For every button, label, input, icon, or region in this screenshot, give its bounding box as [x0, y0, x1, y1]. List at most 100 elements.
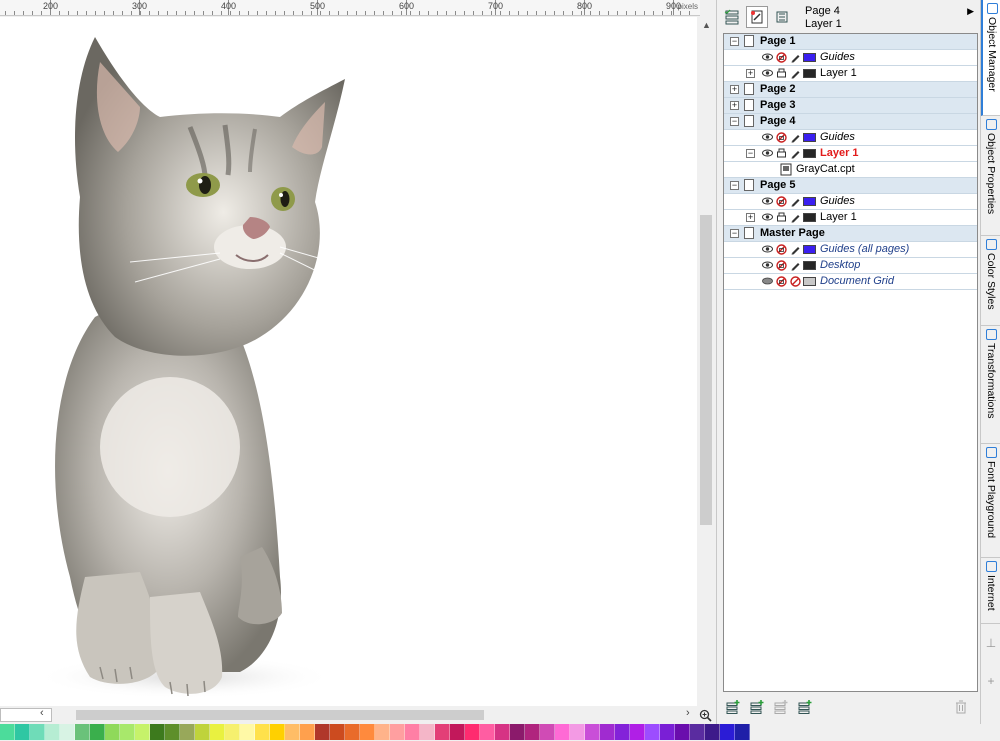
- palette-swatch[interactable]: [135, 724, 150, 740]
- palette-swatch[interactable]: [225, 724, 240, 740]
- palette-swatch[interactable]: [165, 724, 180, 740]
- side-tab[interactable]: Font Playground: [981, 444, 1000, 558]
- visibility-eye-icon[interactable]: [762, 261, 773, 269]
- layer-color-swatch[interactable]: [803, 277, 816, 286]
- scroll-up-arrow-icon[interactable]: ▲: [697, 17, 716, 33]
- pencil-edit-icon[interactable]: [790, 132, 801, 143]
- palette-swatch[interactable]: [645, 724, 660, 740]
- expand-toggle-icon[interactable]: +: [746, 213, 755, 222]
- tree-layer-row[interactable]: Document Grid: [724, 274, 977, 290]
- palette-swatch[interactable]: [180, 724, 195, 740]
- expand-toggle-icon[interactable]: +: [730, 101, 739, 110]
- pencil-edit-icon[interactable]: [790, 196, 801, 207]
- flyout-menu-arrow-icon[interactable]: ▶: [967, 6, 974, 17]
- pencil-edit-icon[interactable]: [790, 52, 801, 63]
- new-layer-icon[interactable]: [725, 699, 741, 715]
- palette-swatch[interactable]: [315, 724, 330, 740]
- layer-color-swatch[interactable]: [803, 69, 816, 78]
- scroll-right-arrow-icon[interactable]: ›: [686, 707, 690, 719]
- collapse-toggle-icon[interactable]: −: [730, 229, 739, 238]
- palette-swatch[interactable]: [270, 724, 285, 740]
- zoom-icon[interactable]: [699, 709, 712, 722]
- visibility-eye-icon[interactable]: [762, 133, 773, 141]
- no-print-icon[interactable]: [776, 260, 787, 271]
- palette-swatch[interactable]: [30, 724, 45, 740]
- tree-layer-row[interactable]: + Layer 1: [724, 66, 977, 82]
- expand-toggle-icon[interactable]: +: [746, 69, 755, 78]
- layer-color-swatch[interactable]: [803, 149, 816, 158]
- vertical-scrollbar[interactable]: ▲: [697, 17, 716, 706]
- side-tab[interactable]: Transformations: [981, 326, 1000, 444]
- pin-ruler-icon[interactable]: ⊥: [984, 636, 998, 650]
- pencil-edit-icon[interactable]: [790, 212, 801, 223]
- tree-layer-row[interactable]: Guides (all pages): [724, 242, 977, 258]
- side-tab[interactable]: Internet: [981, 558, 1000, 624]
- palette-swatch[interactable]: [90, 724, 105, 740]
- tree-layer-row[interactable]: Guides: [724, 50, 977, 66]
- visibility-eye-icon[interactable]: [762, 149, 773, 157]
- layer-color-swatch[interactable]: [803, 213, 816, 222]
- palette-swatch[interactable]: [435, 724, 450, 740]
- no-edit-icon[interactable]: [790, 276, 801, 287]
- tree-page-row[interactable]: + Page 2: [724, 82, 977, 98]
- drawing-canvas[interactable]: [0, 17, 697, 706]
- palette-swatch[interactable]: [570, 724, 585, 740]
- visibility-eye-icon[interactable]: [762, 245, 773, 253]
- palette-swatch[interactable]: [585, 724, 600, 740]
- scroll-left-arrow-icon[interactable]: ‹: [40, 707, 44, 719]
- palette-swatch[interactable]: [690, 724, 705, 740]
- tree-object-row[interactable]: GrayCat.cpt: [724, 162, 977, 178]
- tree-page-row[interactable]: − Page 4: [724, 114, 977, 130]
- layer-color-swatch[interactable]: [803, 133, 816, 142]
- palette-swatch[interactable]: [480, 724, 495, 740]
- new-master-layer-even-icon[interactable]: [797, 699, 813, 715]
- layer-manager-view-button[interactable]: [771, 6, 793, 28]
- new-master-layer-icon[interactable]: [749, 699, 765, 715]
- edit-across-layers-button[interactable]: [746, 6, 768, 28]
- side-tab[interactable]: Object Manager: [981, 0, 1000, 116]
- kitten-image[interactable]: [0, 17, 697, 706]
- tree-page-row[interactable]: − Page 5: [724, 178, 977, 194]
- printer-icon[interactable]: [776, 212, 787, 223]
- palette-swatch[interactable]: [255, 724, 270, 740]
- printer-icon[interactable]: [776, 148, 787, 159]
- visibility-eye-icon[interactable]: [762, 213, 773, 221]
- palette-swatch[interactable]: [390, 724, 405, 740]
- no-print-icon[interactable]: [776, 276, 787, 287]
- collapse-toggle-icon[interactable]: −: [730, 181, 739, 190]
- palette-swatch[interactable]: [600, 724, 615, 740]
- palette-swatch[interactable]: [345, 724, 360, 740]
- pencil-edit-icon[interactable]: [790, 260, 801, 271]
- palette-swatch[interactable]: [195, 724, 210, 740]
- vertical-scroll-thumb[interactable]: [700, 215, 712, 525]
- palette-swatch[interactable]: [240, 724, 255, 740]
- palette-swatch[interactable]: [630, 724, 645, 740]
- palette-swatch[interactable]: [615, 724, 630, 740]
- palette-swatch[interactable]: [75, 724, 90, 740]
- tree-layer-row[interactable]: − Layer 1: [724, 146, 977, 162]
- palette-swatch[interactable]: [465, 724, 480, 740]
- tree-layer-row[interactable]: Desktop: [724, 258, 977, 274]
- palette-swatch[interactable]: [210, 724, 225, 740]
- show-properties-button[interactable]: [721, 6, 743, 28]
- palette-swatch[interactable]: [540, 724, 555, 740]
- layer-color-swatch[interactable]: [803, 53, 816, 62]
- palette-swatch[interactable]: [60, 724, 75, 740]
- palette-swatch[interactable]: [705, 724, 720, 740]
- tree-layer-row[interactable]: + Layer 1: [724, 210, 977, 226]
- palette-swatch[interactable]: [300, 724, 315, 740]
- palette-swatch[interactable]: [0, 724, 15, 740]
- palette-swatch[interactable]: [555, 724, 570, 740]
- new-master-layer-odd-icon[interactable]: [773, 699, 789, 715]
- visibility-eye-icon[interactable]: [762, 53, 773, 61]
- delete-trash-icon[interactable]: [953, 699, 969, 715]
- palette-swatch[interactable]: [735, 724, 750, 740]
- layer-color-swatch[interactable]: [803, 197, 816, 206]
- no-print-icon[interactable]: [776, 132, 787, 143]
- side-tab[interactable]: Object Properties: [981, 116, 1000, 236]
- bitmap-object-icon[interactable]: [780, 163, 792, 176]
- collapse-toggle-icon[interactable]: −: [730, 117, 739, 126]
- palette-swatch[interactable]: [285, 724, 300, 740]
- pencil-edit-icon[interactable]: [790, 148, 801, 159]
- horizontal-scroll-thumb[interactable]: [76, 710, 484, 720]
